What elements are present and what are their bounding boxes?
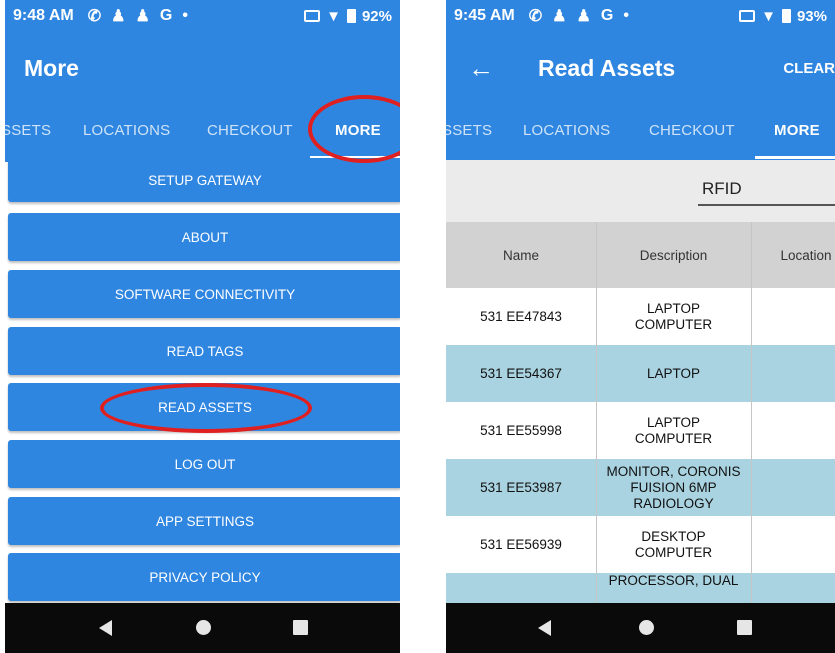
- phone-icon: ✆: [528, 8, 543, 25]
- read-tags-button[interactable]: READ TAGS: [8, 327, 400, 375]
- cast-icon: [739, 10, 756, 22]
- tab-locations[interactable]: LOCATIONS: [523, 122, 610, 139]
- column-divider: [596, 222, 597, 630]
- clear-button[interactable]: CLEAR: [783, 60, 835, 77]
- person-icon: ♟: [576, 8, 591, 25]
- nav-home-icon[interactable]: [639, 620, 654, 635]
- g-icon: G: [600, 7, 614, 24]
- cell-description: DESKTOP COMPUTER: [634, 528, 713, 560]
- software-connectivity-button[interactable]: SOFTWARE CONNECTIVITY: [8, 270, 400, 318]
- nav-recents-icon[interactable]: [737, 620, 752, 635]
- nav-recents-icon[interactable]: [293, 620, 308, 635]
- setup-gateway-button[interactable]: SETUP GATEWAY: [8, 158, 400, 202]
- table-row[interactable]: 531 EE56939 DESKTOP COMPUTER: [446, 516, 835, 573]
- nav-back-icon[interactable]: [538, 620, 551, 636]
- back-arrow-icon[interactable]: ←: [468, 53, 494, 84]
- cast-icon: [304, 10, 321, 22]
- page-title: More: [24, 55, 79, 81]
- tab-checkout[interactable]: CHECKOUT: [649, 122, 735, 139]
- cell-name: 531 EE47843: [480, 308, 562, 324]
- cell-location: [751, 288, 835, 345]
- left-screen: 9:48 AM ✆ ♟ ♟ G • ▼ 92% More SSETS LOCAT…: [5, 0, 400, 653]
- rfid-underline: [698, 204, 835, 206]
- cell-location: [751, 402, 835, 459]
- table-row[interactable]: 531 EE54367 LAPTOP: [446, 345, 835, 402]
- cell-location: [751, 516, 835, 573]
- nav-back-icon[interactable]: [99, 620, 112, 636]
- privacy-policy-button[interactable]: PRIVACY POLICY: [8, 553, 400, 601]
- battery-icon: [781, 9, 791, 23]
- system-nav-bar: [446, 603, 835, 653]
- right-screen: 9:45 AM ✆ ♟ ♟ G • ▼ 93% ← Read Assets CL…: [446, 0, 835, 653]
- header-location[interactable]: Location: [751, 222, 835, 288]
- about-button[interactable]: ABOUT: [8, 213, 400, 261]
- phone-icon: ✆: [87, 8, 102, 25]
- person-icon: ♟: [552, 8, 567, 25]
- app-header: 9:45 AM ✆ ♟ ♟ G • ▼ 93% ← Read Assets CL…: [446, 0, 835, 160]
- battery-level: 92%: [361, 7, 392, 25]
- cell-description: LAPTOP COMPUTER: [634, 414, 713, 446]
- battery-icon: [346, 9, 356, 23]
- tab-locations[interactable]: LOCATIONS: [83, 122, 170, 139]
- g-icon: G: [159, 7, 173, 24]
- header-name[interactable]: Name: [446, 222, 596, 288]
- status-time: 9:45 AM: [454, 7, 515, 24]
- table-row[interactable]: 531 EE55998 LAPTOP COMPUTER: [446, 402, 835, 459]
- cell-description: MONITOR, CORONIS FUISION 6MP RADIOLOGY: [606, 463, 741, 511]
- status-time: 9:48 AM: [13, 7, 74, 24]
- tab-indicator: [755, 156, 835, 159]
- cell-description: LAPTOP: [646, 365, 701, 381]
- log-out-button[interactable]: LOG OUT: [8, 440, 400, 488]
- cell-name: 531 EE54367: [480, 365, 562, 381]
- page-title: Read Assets: [538, 55, 676, 81]
- cell-location: [751, 459, 835, 516]
- cell-name: 531 EE56939: [480, 536, 562, 552]
- status-bar: 9:48 AM ✆ ♟ ♟ G • ▼ 92%: [5, 0, 400, 32]
- table-header: Name Description Location: [446, 222, 835, 288]
- column-divider: [751, 222, 752, 630]
- tab-assets[interactable]: SSETS: [446, 122, 492, 139]
- rfid-section: RFID: [446, 160, 835, 222]
- battery-level: 93%: [796, 7, 827, 25]
- tab-checkout[interactable]: CHECKOUT: [207, 122, 293, 139]
- system-nav-bar: [5, 603, 400, 653]
- header-description[interactable]: Description: [596, 222, 751, 288]
- cell-description: LAPTOP COMPUTER: [634, 300, 713, 332]
- table-row[interactable]: 531 EE53987 MONITOR, CORONIS FUISION 6MP RA…: [446, 459, 835, 516]
- table-row[interactable]: 531 EE47843 LAPTOP COMPUTER: [446, 288, 835, 345]
- dot-icon: •: [182, 7, 188, 24]
- nav-home-icon[interactable]: [196, 620, 211, 635]
- annotation-circle-read-assets: [100, 383, 312, 433]
- app-settings-button[interactable]: APP SETTINGS: [8, 497, 400, 545]
- wifi-icon: ▼: [761, 7, 776, 25]
- cell-name: 531 EE53987: [480, 479, 562, 495]
- wifi-icon: ▼: [326, 7, 341, 25]
- dot-icon: •: [623, 7, 629, 24]
- cell-name: 531 EE55998: [480, 422, 562, 438]
- rfid-label[interactable]: RFID: [702, 179, 742, 199]
- status-bar: 9:45 AM ✆ ♟ ♟ G • ▼ 93%: [446, 0, 835, 32]
- person-icon: ♟: [135, 8, 150, 25]
- tab-assets[interactable]: SSETS: [5, 122, 51, 139]
- person-icon: ♟: [111, 8, 126, 25]
- tab-bar: SSETS LOCATIONS CHECKOUT MORE: [446, 112, 835, 159]
- cell-location: [751, 345, 835, 402]
- tab-more[interactable]: MORE: [774, 122, 820, 139]
